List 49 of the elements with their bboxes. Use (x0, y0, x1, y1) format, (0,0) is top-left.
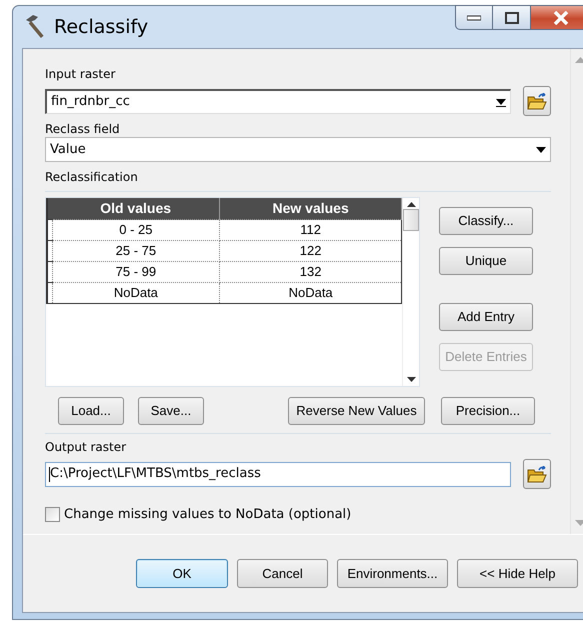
dropdown-arrow-icon (536, 146, 546, 152)
dialog-button[interactable]: Precision... (441, 397, 535, 425)
scroll-thumb[interactable] (403, 209, 419, 231)
scroll-down-icon (575, 520, 583, 526)
close-icon (552, 10, 568, 24)
reclass-field-dropdown[interactable]: Value (45, 137, 551, 162)
maximize-icon (504, 12, 518, 24)
folder-icon (527, 92, 547, 110)
minimize-button[interactable] (455, 5, 493, 30)
scroll-down-icon (406, 377, 416, 382)
table-cell[interactable]: NoData (220, 282, 402, 304)
dropdown-arrow-icon (496, 96, 506, 106)
scroll-up-icon (406, 202, 416, 207)
checkbox[interactable] (45, 507, 60, 522)
browse-button[interactable] (523, 86, 551, 116)
field-label: Output raster (45, 440, 128, 455)
table-cell[interactable]: 122 (220, 240, 402, 262)
close-button[interactable] (531, 5, 583, 30)
table-scrollbar[interactable] (402, 198, 419, 386)
dialog-button[interactable]: Add Entry (439, 303, 533, 331)
dialog-button[interactable]: Classify... (439, 207, 533, 235)
checkbox-label: Change missing values to NoData (optional) (64, 506, 352, 524)
field-label: Input raster (45, 67, 116, 82)
table-cell[interactable]: 132 (220, 262, 402, 282)
section-label: Reclassification (45, 170, 139, 185)
dialog-button[interactable]: Unique (439, 247, 533, 275)
table-cell[interactable]: NoData (52, 282, 220, 304)
minimize-icon (467, 14, 481, 20)
table-cell[interactable]: 75 - 99 (52, 262, 220, 282)
input-raster-dropdown[interactable]: fin_rdnbr_cc (45, 88, 511, 114)
dialog-button[interactable]: Load... (58, 397, 124, 425)
table-cell[interactable]: 112 (220, 220, 402, 240)
field-label: Reclass field (45, 122, 121, 137)
dialog-button[interactable]: Environments... (337, 559, 448, 588)
output-raster-field[interactable]: C:\Project\LF\MTBS\mtbs_reclass (45, 462, 511, 486)
dialog-button[interactable]: << Hide Help (457, 559, 578, 588)
scroll-up-icon (575, 57, 583, 63)
column-header: Old values (52, 198, 220, 220)
dialog-button[interactable]: Save... (138, 397, 204, 425)
browse-button[interactable] (523, 459, 551, 489)
dialog-button[interactable]: Reverse New Values (288, 397, 425, 425)
dialog-button[interactable]: OK (136, 559, 228, 588)
column-header: New values (220, 198, 402, 220)
table-cell[interactable]: 25 - 75 (52, 240, 220, 262)
window-title: Reclassify (54, 14, 148, 40)
dialog-button[interactable]: Cancel (237, 559, 328, 588)
folder-icon (527, 466, 547, 482)
maximize-button[interactable] (493, 5, 531, 30)
table-cell[interactable]: 0 - 25 (52, 220, 220, 240)
